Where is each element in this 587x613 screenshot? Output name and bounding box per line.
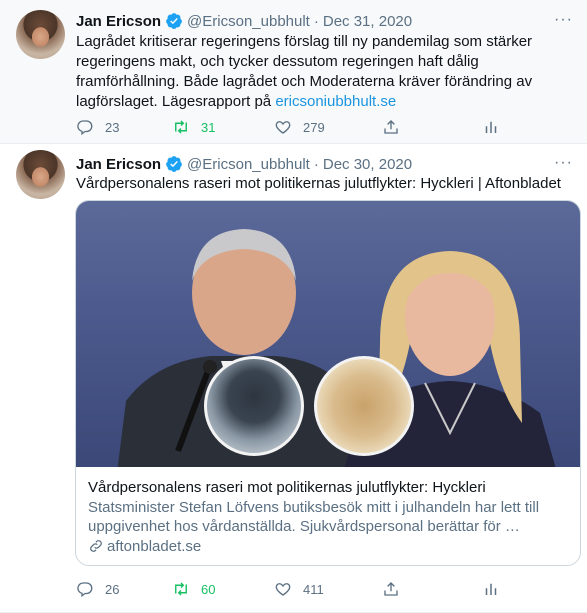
link-icon: [90, 540, 102, 553]
reply-button[interactable]: 26: [76, 580, 119, 598]
tweet-header: Jan Ericson @Ericson_ubbhult · Dec 30, 2…: [76, 154, 573, 174]
author-handle[interactable]: @Ericson_ubbhult: [187, 13, 310, 30]
share-icon: [384, 120, 398, 134]
card-description-line: uppgivenhet hos vårdanställda. Sjukvårds…: [88, 518, 520, 535]
avatar[interactable]: [16, 150, 65, 199]
author-name[interactable]: Jan Ericson: [76, 13, 161, 30]
tweet-actions: 26 60 411: [74, 578, 534, 600]
retweet-icon: [175, 120, 187, 134]
tweet-text-line: Vårdpersonalens raseri mot politikernas …: [76, 175, 561, 192]
card-image-inset-left: [204, 356, 304, 456]
retweet-count: 31: [201, 119, 216, 135]
tweet-date[interactable]: Dec 31, 2020: [323, 13, 412, 30]
tweet-text-line: Lagrådet kritiserar regeringens förslag …: [76, 33, 533, 50]
like-count: 279: [303, 119, 325, 135]
more-options-icon[interactable]: ···: [554, 154, 573, 172]
share-icon: [384, 582, 398, 596]
share-button[interactable]: [382, 118, 400, 136]
reply-icon: [77, 120, 93, 136]
card-image: [76, 201, 580, 467]
reply-count: 23: [105, 119, 120, 135]
card-title: Vårdpersonalens raseri mot politikernas …: [88, 479, 486, 496]
analytics-icon: [485, 121, 497, 133]
avatar[interactable]: [16, 10, 65, 59]
tweet-text: Vårdpersonalens raseri mot politikernas …: [76, 174, 571, 194]
tweet[interactable]: Jan Ericson @Ericson_ubbhult · Dec 30, 2…: [0, 144, 587, 613]
more-options-icon[interactable]: ···: [554, 11, 573, 29]
tweet-link[interactable]: ericsoniubbhult.se: [275, 93, 396, 110]
reply-icon: [77, 582, 93, 598]
verified-badge-icon: [166, 13, 182, 29]
tweet-text-line: framförhållning. Både lagrådet och Moder…: [76, 73, 533, 90]
like-count: 411: [303, 581, 324, 597]
separator-dot: ·: [313, 12, 319, 30]
like-button[interactable]: 279: [274, 118, 325, 136]
separator-dot: ·: [313, 155, 319, 173]
card-domain-text: aftonbladet.se: [107, 537, 202, 555]
analytics-button[interactable]: [482, 580, 500, 598]
card-description-line: Statsminister Stefan Löfvens butiksbesök…: [88, 498, 540, 516]
verified-badge-icon: [166, 156, 182, 172]
card-domain: aftonbladet.se: [88, 537, 568, 557]
tweet-text: Lagrådet kritiserar regeringens förslag …: [76, 32, 571, 112]
retweet-icon: [175, 582, 187, 596]
author-handle[interactable]: @Ericson_ubbhult: [187, 156, 310, 173]
retweet-button[interactable]: 60: [172, 580, 215, 598]
author-name[interactable]: Jan Ericson: [76, 156, 161, 173]
analytics-icon: [485, 583, 497, 595]
reply-button[interactable]: 23: [76, 118, 119, 136]
like-icon: [275, 121, 291, 134]
retweet-button[interactable]: 31: [172, 118, 215, 136]
tweet-header: Jan Ericson @Ericson_ubbhult · Dec 31, 2…: [76, 11, 573, 31]
card-image-inset-right: [314, 356, 414, 456]
tweet-text-prefix: lagförslaget. Lägesrapport på: [76, 93, 276, 110]
tweet[interactable]: Jan Ericson @Ericson_ubbhult · Dec 31, 2…: [0, 0, 587, 144]
tweet-text-line: lagförslaget. Lägesrapport på ericsoniub…: [76, 92, 571, 112]
share-button[interactable]: [382, 580, 400, 598]
tweet-date[interactable]: Dec 30, 2020: [323, 156, 412, 173]
reply-count: 26: [105, 581, 120, 597]
like-icon: [275, 583, 291, 596]
card-body: Vårdpersonalens raseri mot politikernas …: [88, 478, 568, 556]
retweet-count: 60: [201, 581, 216, 597]
like-button[interactable]: 411: [274, 580, 324, 598]
link-card[interactable]: Vårdpersonalens raseri mot politikernas …: [75, 200, 581, 566]
tweet-actions: 23 31 279: [74, 116, 534, 138]
analytics-button[interactable]: [482, 118, 500, 136]
tweet-text-line: regeringens makt, och tycker dessutom re…: [76, 53, 479, 70]
